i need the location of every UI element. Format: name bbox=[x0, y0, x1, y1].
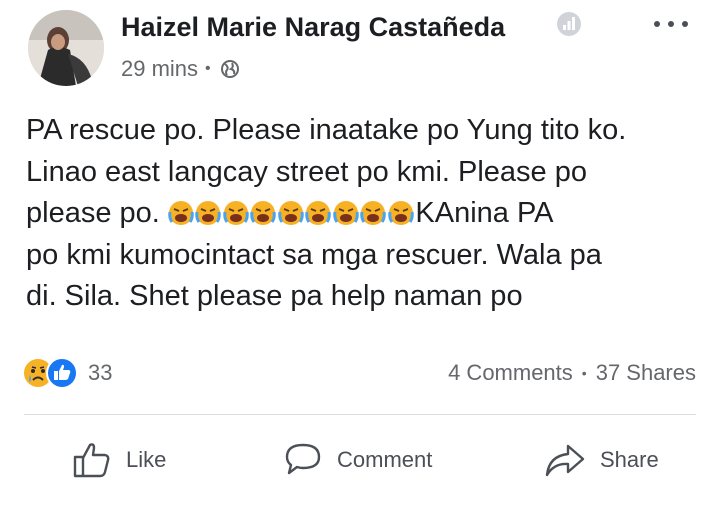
post-header: Haizel Marie Narag Castañeda 29 mins • bbox=[0, 0, 720, 100]
author-name[interactable]: Haizel Marie Narag Castañeda bbox=[121, 12, 505, 43]
more-options-icon[interactable] bbox=[651, 14, 691, 34]
crying-emoji-sequence bbox=[168, 200, 416, 226]
signal-badge-icon bbox=[557, 12, 581, 36]
post-text-segment: KAnina PA bbox=[415, 197, 554, 229]
crying-loudly-face-emoji bbox=[333, 201, 359, 225]
comment-icon bbox=[285, 443, 321, 475]
post-text-line: di. Sila. Shet please pa help naman po bbox=[26, 280, 523, 312]
divider bbox=[24, 414, 696, 415]
action-bar: Like Comment Share bbox=[0, 424, 720, 500]
crying-loudly-face-emoji bbox=[360, 201, 387, 225]
crying-loudly-face-emoji bbox=[223, 201, 249, 225]
author-avatar[interactable] bbox=[28, 10, 104, 86]
post-timestamp[interactable]: 29 mins bbox=[121, 56, 198, 82]
reaction-summary[interactable]: 33 bbox=[22, 356, 112, 390]
shares-count[interactable]: 37 Shares bbox=[596, 360, 696, 386]
like-button[interactable]: Like bbox=[72, 438, 166, 482]
like-reaction-icon bbox=[46, 357, 78, 389]
share-arrow-icon bbox=[545, 444, 585, 477]
globe-icon bbox=[220, 60, 239, 78]
post-meta: 29 mins • bbox=[121, 56, 241, 82]
post-text-segment: please po. bbox=[26, 197, 160, 229]
post-text-line: PA rescue po. Please inaatake po Yung ti… bbox=[26, 114, 627, 146]
post-text-line: Linao east langcay street po kmi. Please… bbox=[26, 155, 587, 188]
stats-separator: • bbox=[581, 365, 587, 381]
post-body: PA rescue po. Please inaatake po Yung ti… bbox=[26, 110, 706, 318]
meta-separator: • bbox=[205, 60, 211, 77]
comment-label: Comment bbox=[337, 447, 433, 472]
crying-loudly-face-emoji bbox=[250, 201, 277, 225]
comment-button[interactable]: Comment bbox=[283, 438, 432, 482]
comments-count[interactable]: 4 Comments bbox=[448, 360, 573, 386]
avatar-photo bbox=[28, 10, 104, 86]
crying-loudly-face-emoji bbox=[278, 201, 304, 225]
share-button[interactable]: Share bbox=[544, 438, 659, 482]
crying-loudly-face-emoji bbox=[305, 201, 332, 225]
crying-loudly-face-emoji bbox=[168, 201, 194, 225]
like-label: Like bbox=[126, 447, 167, 472]
post-text-line: please po. KAnina PA bbox=[26, 193, 706, 235]
share-label: Share bbox=[600, 447, 659, 472]
crying-loudly-face-emoji bbox=[195, 201, 222, 225]
thumbs-up-icon bbox=[73, 443, 110, 478]
reaction-count: 33 bbox=[88, 360, 113, 385]
crying-loudly-face-emoji bbox=[388, 201, 414, 225]
post-text-line: po kmi kumocintact sa mga rescuer. Wala … bbox=[26, 238, 602, 271]
engagement-stats: 4 Comments • 37 Shares bbox=[448, 360, 696, 386]
